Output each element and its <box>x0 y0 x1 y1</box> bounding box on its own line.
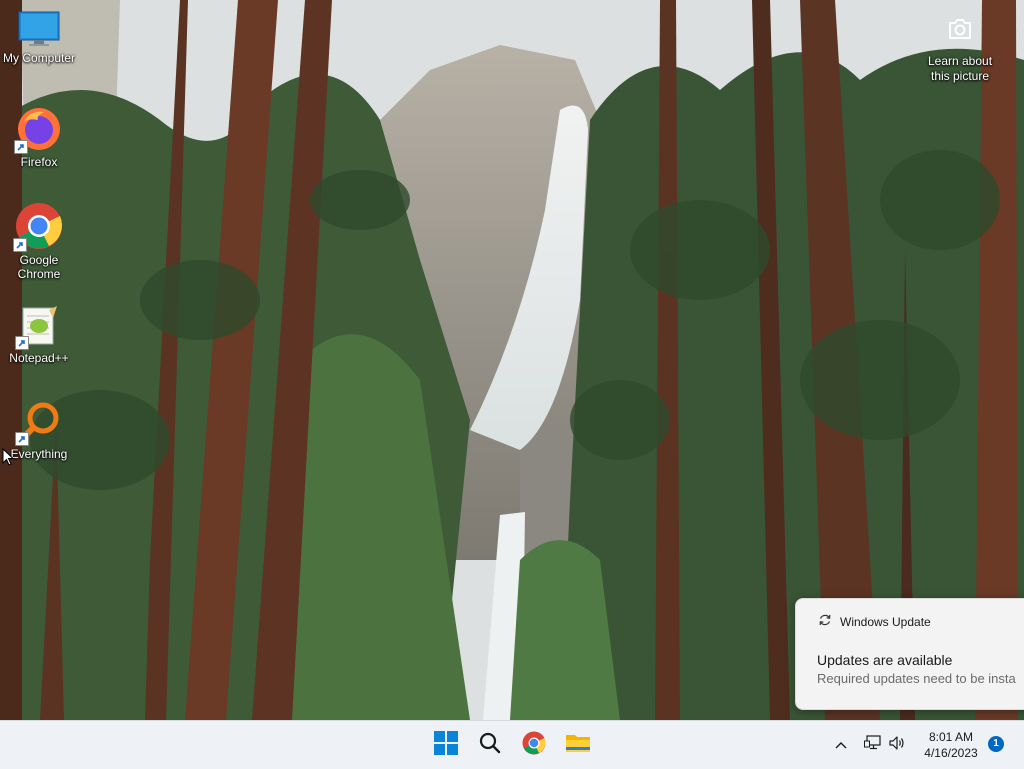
search-icon <box>479 732 501 759</box>
desktop-icon-firefox[interactable]: Firefox <box>0 106 78 169</box>
shortcut-arrow-icon <box>15 432 29 446</box>
desktop-icon-notepad-plus-plus[interactable]: Notepad++ <box>0 304 78 365</box>
taskbar: 8:01 AM 4/16/2023 <box>0 720 1024 769</box>
taskbar-file-explorer-button[interactable] <box>560 727 596 763</box>
desktop-icon-label: Google Chrome <box>17 253 61 281</box>
start-button[interactable] <box>428 727 464 763</box>
learn-about-line2: this picture <box>930 69 990 83</box>
learn-about-line1: Learn about <box>927 54 993 68</box>
notification-body: Required updates need to be insta <box>817 671 1016 686</box>
mouse-cursor-icon <box>2 448 14 466</box>
monitor-icon <box>17 10 61 48</box>
everything-search-icon <box>15 400 61 446</box>
desktop-icon-label: Everything <box>10 447 68 461</box>
chrome-icon <box>13 202 63 252</box>
shortcut-arrow-icon <box>15 336 29 350</box>
taskbar-clock[interactable]: 8:01 AM 4/16/2023 <box>916 729 986 761</box>
network-icon <box>864 734 882 756</box>
camera-icon <box>947 18 973 40</box>
desktop-icon-my-computer[interactable]: My Computer <box>0 10 78 65</box>
chrome-icon <box>522 731 546 760</box>
notification-app-name: Windows Update <box>840 614 931 629</box>
windows-update-notification[interactable]: Windows Update Updates are available Req… <box>795 598 1024 710</box>
shortcut-arrow-icon <box>14 140 28 154</box>
desktop-icon-label: My Computer <box>2 51 76 65</box>
desktop-icon-google-chrome[interactable]: Google Chrome <box>0 202 78 281</box>
clock-date: 4/16/2023 <box>924 746 978 760</box>
notepad-plus-plus-icon <box>15 304 61 350</box>
taskbar-chrome-button[interactable] <box>516 727 552 763</box>
chevron-up-icon <box>835 736 847 754</box>
sync-icon <box>818 613 832 630</box>
windows-logo-icon <box>434 730 458 760</box>
show-hidden-icons-button[interactable] <box>830 721 852 769</box>
desktop-icon-label: Firefox <box>20 155 58 169</box>
quick-settings-button[interactable] <box>860 721 910 769</box>
clock-time: 8:01 AM <box>928 730 974 744</box>
notification-header: Windows Update <box>818 613 931 630</box>
notification-count-badge[interactable]: 1 <box>988 736 1004 752</box>
firefox-icon <box>14 106 62 154</box>
folder-icon <box>565 732 591 759</box>
notification-title: Updates are available <box>817 652 953 668</box>
search-button[interactable] <box>472 727 508 763</box>
learn-about-picture-button[interactable]: Learn about this picture <box>910 18 1010 84</box>
desktop-icon-label: Notepad++ <box>9 351 69 365</box>
shortcut-arrow-icon <box>13 238 27 252</box>
speaker-icon <box>888 735 906 756</box>
